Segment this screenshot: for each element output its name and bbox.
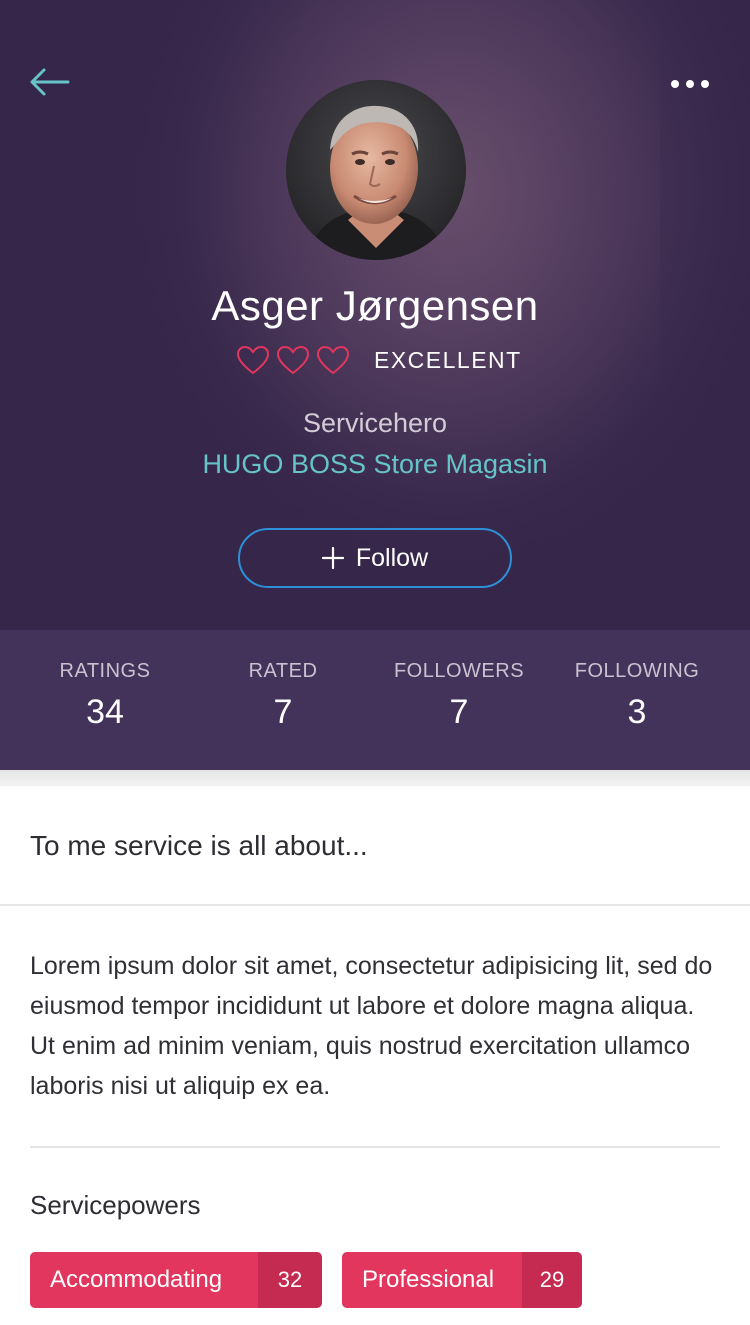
more-dot-icon [701,80,709,88]
stat-label: RATINGS [59,660,151,682]
tag-count: 32 [258,1252,322,1308]
stat-followers[interactable]: FOLLOWERS 7 [369,660,549,732]
stats-bar: RATINGS 34 RATED 7 FOLLOWERS 7 FOLLOWING… [0,630,750,770]
tag-label: Accommodating [30,1252,258,1308]
section-separator [0,770,750,786]
heart-icon [236,345,270,375]
stat-label: FOLLOWING [574,660,700,682]
profile-header: Asger Jørgensen EXCELLENT Servicehero HU… [0,0,750,630]
profile-role: Servicehero [302,408,448,438]
more-dot-icon [671,80,679,88]
profile-name: Asger Jørgensen [211,282,539,329]
tag-count: 29 [522,1252,582,1308]
stat-label: RATED [248,660,318,682]
stat-label: FOLLOWERS [393,660,525,682]
stat-ratings[interactable]: RATINGS 34 [15,660,195,732]
divider [0,904,750,906]
arrow-left-icon [30,68,70,96]
follow-label: Follow [355,543,429,572]
more-options-button[interactable] [664,64,716,104]
rating-row: EXCELLENT [236,343,522,377]
stat-value: 7 [449,693,469,731]
about-title: To me service is all about... [30,830,368,861]
follow-button[interactable]: Follow [238,528,512,588]
heart-icon [276,345,310,375]
stat-value: 7 [273,693,293,731]
tag-label: Professional [342,1252,522,1308]
servicepower-tag-professional[interactable]: Professional 29 [342,1252,582,1308]
stat-value: 3 [627,693,647,731]
stat-value: 34 [86,693,124,731]
plus-icon [321,547,344,569]
stat-rated[interactable]: RATED 7 [193,660,373,732]
more-dot-icon [686,80,694,88]
heart-icon [316,345,350,375]
avatar-photo [286,80,466,260]
store-link[interactable]: HUGO BOSS Store Magasin [0,449,750,480]
avatar [286,80,466,260]
back-button[interactable] [26,62,72,102]
servicepowers-title: Servicepowers [30,1190,201,1220]
about-text: Lorem ipsum dolor sit amet, consectetur … [30,952,713,1100]
servicepower-tag-accommodating[interactable]: Accommodating 32 [30,1252,322,1308]
divider [30,1146,720,1148]
stat-following[interactable]: FOLLOWING 3 [547,660,727,732]
rating-label: EXCELLENT [374,346,522,373]
